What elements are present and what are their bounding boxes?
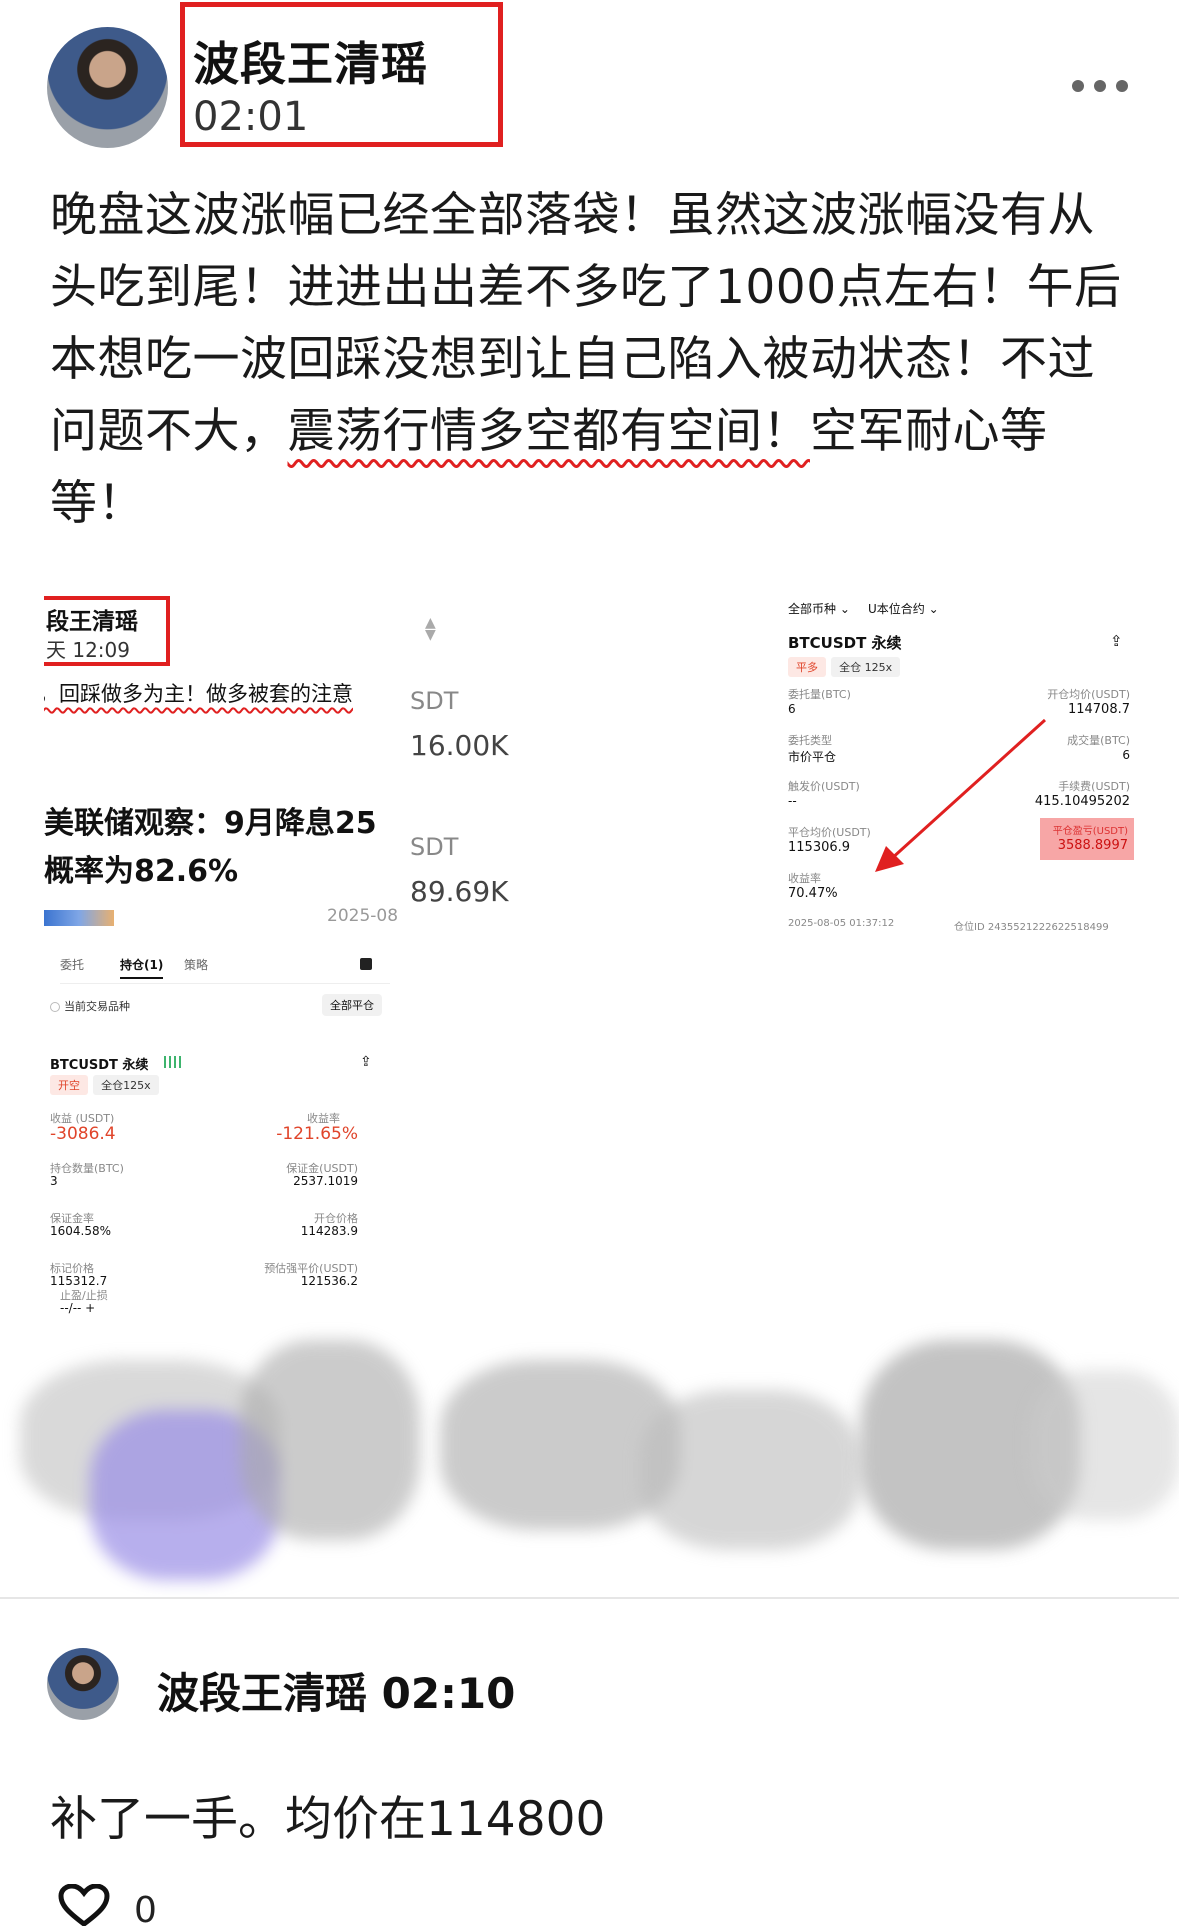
order-type-value: 市价平仓 <box>788 750 837 764</box>
mark-price-value: 115312.7 <box>50 1274 108 1288</box>
post-body: 晚盘这波涨幅已经全部落袋！虽然这波涨幅没有从 头吃到尾！进进出出差不多吃了100… <box>50 180 1140 540</box>
position-id: 仓位ID 2435521222622518499 <box>954 922 1109 933</box>
order-time: 2025-08-05 01:37:12 <box>788 918 895 929</box>
blurred-region <box>0 1300 1179 1600</box>
smudge <box>1030 1370 1179 1520</box>
avg-open-label: 开仓均价(USDT) <box>1047 688 1130 701</box>
divider <box>0 1597 1179 1599</box>
document-icon[interactable] <box>360 958 372 970</box>
heart-icon[interactable] <box>58 1884 110 1926</box>
ss-symbol: BTCUSDT 永续 <box>50 1058 149 1073</box>
post-line: 等！ <box>50 476 145 531</box>
margin-value: 2537.1019 <box>293 1174 358 1188</box>
order-type-label: 委托类型 <box>788 734 832 747</box>
filter-label: 当前交易品种 <box>64 1000 130 1013</box>
amount-value: 89.69K <box>410 875 509 908</box>
trigger-value: -- <box>788 794 797 808</box>
embedded-screenshot-middle[interactable]: ▲ ▼ SDT 16.00K SDT 89.69K <box>410 605 530 908</box>
share-icon[interactable]: ⇪ <box>1110 632 1123 650</box>
smudge <box>640 1390 860 1550</box>
dot-icon <box>1116 80 1128 92</box>
open-price-value: 114283.9 <box>300 1224 358 1238</box>
tags: 开空 全仓125x <box>50 1074 159 1095</box>
embedded-screenshot-left[interactable]: 段王清瑶 天 12:09 ，回踩做多为主！做多被套的注意 美联储观察：9月降息2… <box>44 588 400 1308</box>
avg-close-label: 平仓均价(USDT) <box>788 826 871 839</box>
order-qty-value: 6 <box>788 702 796 716</box>
radio-icon[interactable] <box>50 1002 60 1012</box>
tab-orders[interactable]: 委托 <box>60 956 84 973</box>
post-line: 问题不大，震荡行情多空都有空间！空军耐心等 <box>50 404 1048 459</box>
filled-label: 成交量(BTC) <box>1067 734 1130 747</box>
reply-author-and-time[interactable]: 波段王清瑶 02:10 <box>157 1660 515 1721</box>
pnl-value: -3086.4 <box>50 1124 116 1144</box>
dot-icon <box>1094 80 1106 92</box>
sort-icon: ▲ ▼ <box>425 615 436 643</box>
roi-value: -121.65% <box>276 1124 358 1144</box>
tab-strategy[interactable]: 策略 <box>184 956 208 973</box>
underlined-phrase: 震荡行情多空都有空间！ <box>287 404 810 459</box>
ss-author-name: 段王清瑶 <box>46 609 138 635</box>
author-name[interactable]: 波段王清瑶 <box>193 28 428 94</box>
avg-close-value: 115306.9 <box>788 840 851 855</box>
close-pnl-label: 平仓盈亏(USDT) <box>1052 826 1128 837</box>
ss-headline: 概率为82.6% <box>44 854 239 889</box>
ss-time: 天 12:09 <box>46 638 130 662</box>
side-tag: 平多 <box>788 657 826 677</box>
arrow-line <box>888 718 1047 862</box>
side-tag: 开空 <box>50 1075 88 1095</box>
close-all-button[interactable]: 全部平仓 <box>322 994 382 1016</box>
tags: 平多 全仓 125x <box>788 656 901 677</box>
share-icon[interactable]: ⇪ <box>360 1054 372 1070</box>
post-line: 本想吃一波回踩没想到让自己陷入被动状态！不过 <box>50 332 1095 387</box>
more-options-button[interactable] <box>1072 80 1128 92</box>
ss-text: ，回踩做多为主！做多被套的注意 <box>44 682 353 706</box>
unit-label: SDT <box>410 833 459 861</box>
avg-open-value: 114708.7 <box>1067 702 1130 717</box>
filled-value: 6 <box>1122 748 1130 762</box>
trigger-label: 触发价(USDT) <box>788 780 860 793</box>
roi-label: 收益率 <box>788 872 821 885</box>
fee-label: 手续费(USDT) <box>1058 780 1130 793</box>
ss-symbol: BTCUSDT 永续 <box>788 634 902 652</box>
filter-contract[interactable]: U本位合约 ⌄ <box>868 600 939 617</box>
amount-value: 16.00K <box>410 729 509 762</box>
red-arrow-annotation <box>875 718 1047 872</box>
liq-price-value: 121536.2 <box>300 1274 358 1288</box>
post-line: 头吃到尾！进进出出差不多吃了1000点左右！午后 <box>50 260 1122 315</box>
qty-label: 持仓数量(BTC) <box>50 1162 124 1175</box>
tab-positions[interactable]: 持仓(1) <box>120 956 164 979</box>
ss-tabs: 委托 持仓(1) 策略 <box>60 954 390 984</box>
roi-value: 70.47% <box>788 886 838 901</box>
post-line: 晚盘这波涨幅已经全部落袋！虽然这波涨幅没有从 <box>50 188 1095 243</box>
embedded-screenshot-right[interactable]: 全部币种 ⌄ U本位合约 ⌄ BTCUSDT 永续 ⇪ 平多 全仓 125x 委… <box>780 590 1140 940</box>
dot-icon <box>1072 80 1084 92</box>
leverage-tag: 全仓125x <box>93 1075 159 1095</box>
post-time: 02:01 <box>193 94 309 140</box>
reply-body: 补了一手。均价在114800 <box>50 1792 606 1847</box>
unit-label: SDT <box>410 687 459 715</box>
author-avatar[interactable] <box>47 27 168 148</box>
leverage-tag: 全仓 125x <box>831 657 901 677</box>
close-pnl-value: 3588.8997 <box>1057 838 1128 853</box>
like-count: 0 <box>134 1890 157 1926</box>
smudge <box>240 1340 420 1540</box>
order-qty-label: 委托量(BTC) <box>788 688 851 701</box>
blurred-logo <box>44 910 114 926</box>
filter-coin[interactable]: 全部币种 ⌄ <box>788 600 850 617</box>
signal-bars-icon <box>164 1056 184 1068</box>
margin-rate-value: 1604.58% <box>50 1224 112 1238</box>
qty-value: 3 <box>50 1174 58 1188</box>
ss-date: 2025-08 <box>327 906 399 926</box>
ss-headline: 美联储观察：9月降息25 <box>44 806 377 841</box>
reply-author-avatar[interactable] <box>47 1648 119 1720</box>
